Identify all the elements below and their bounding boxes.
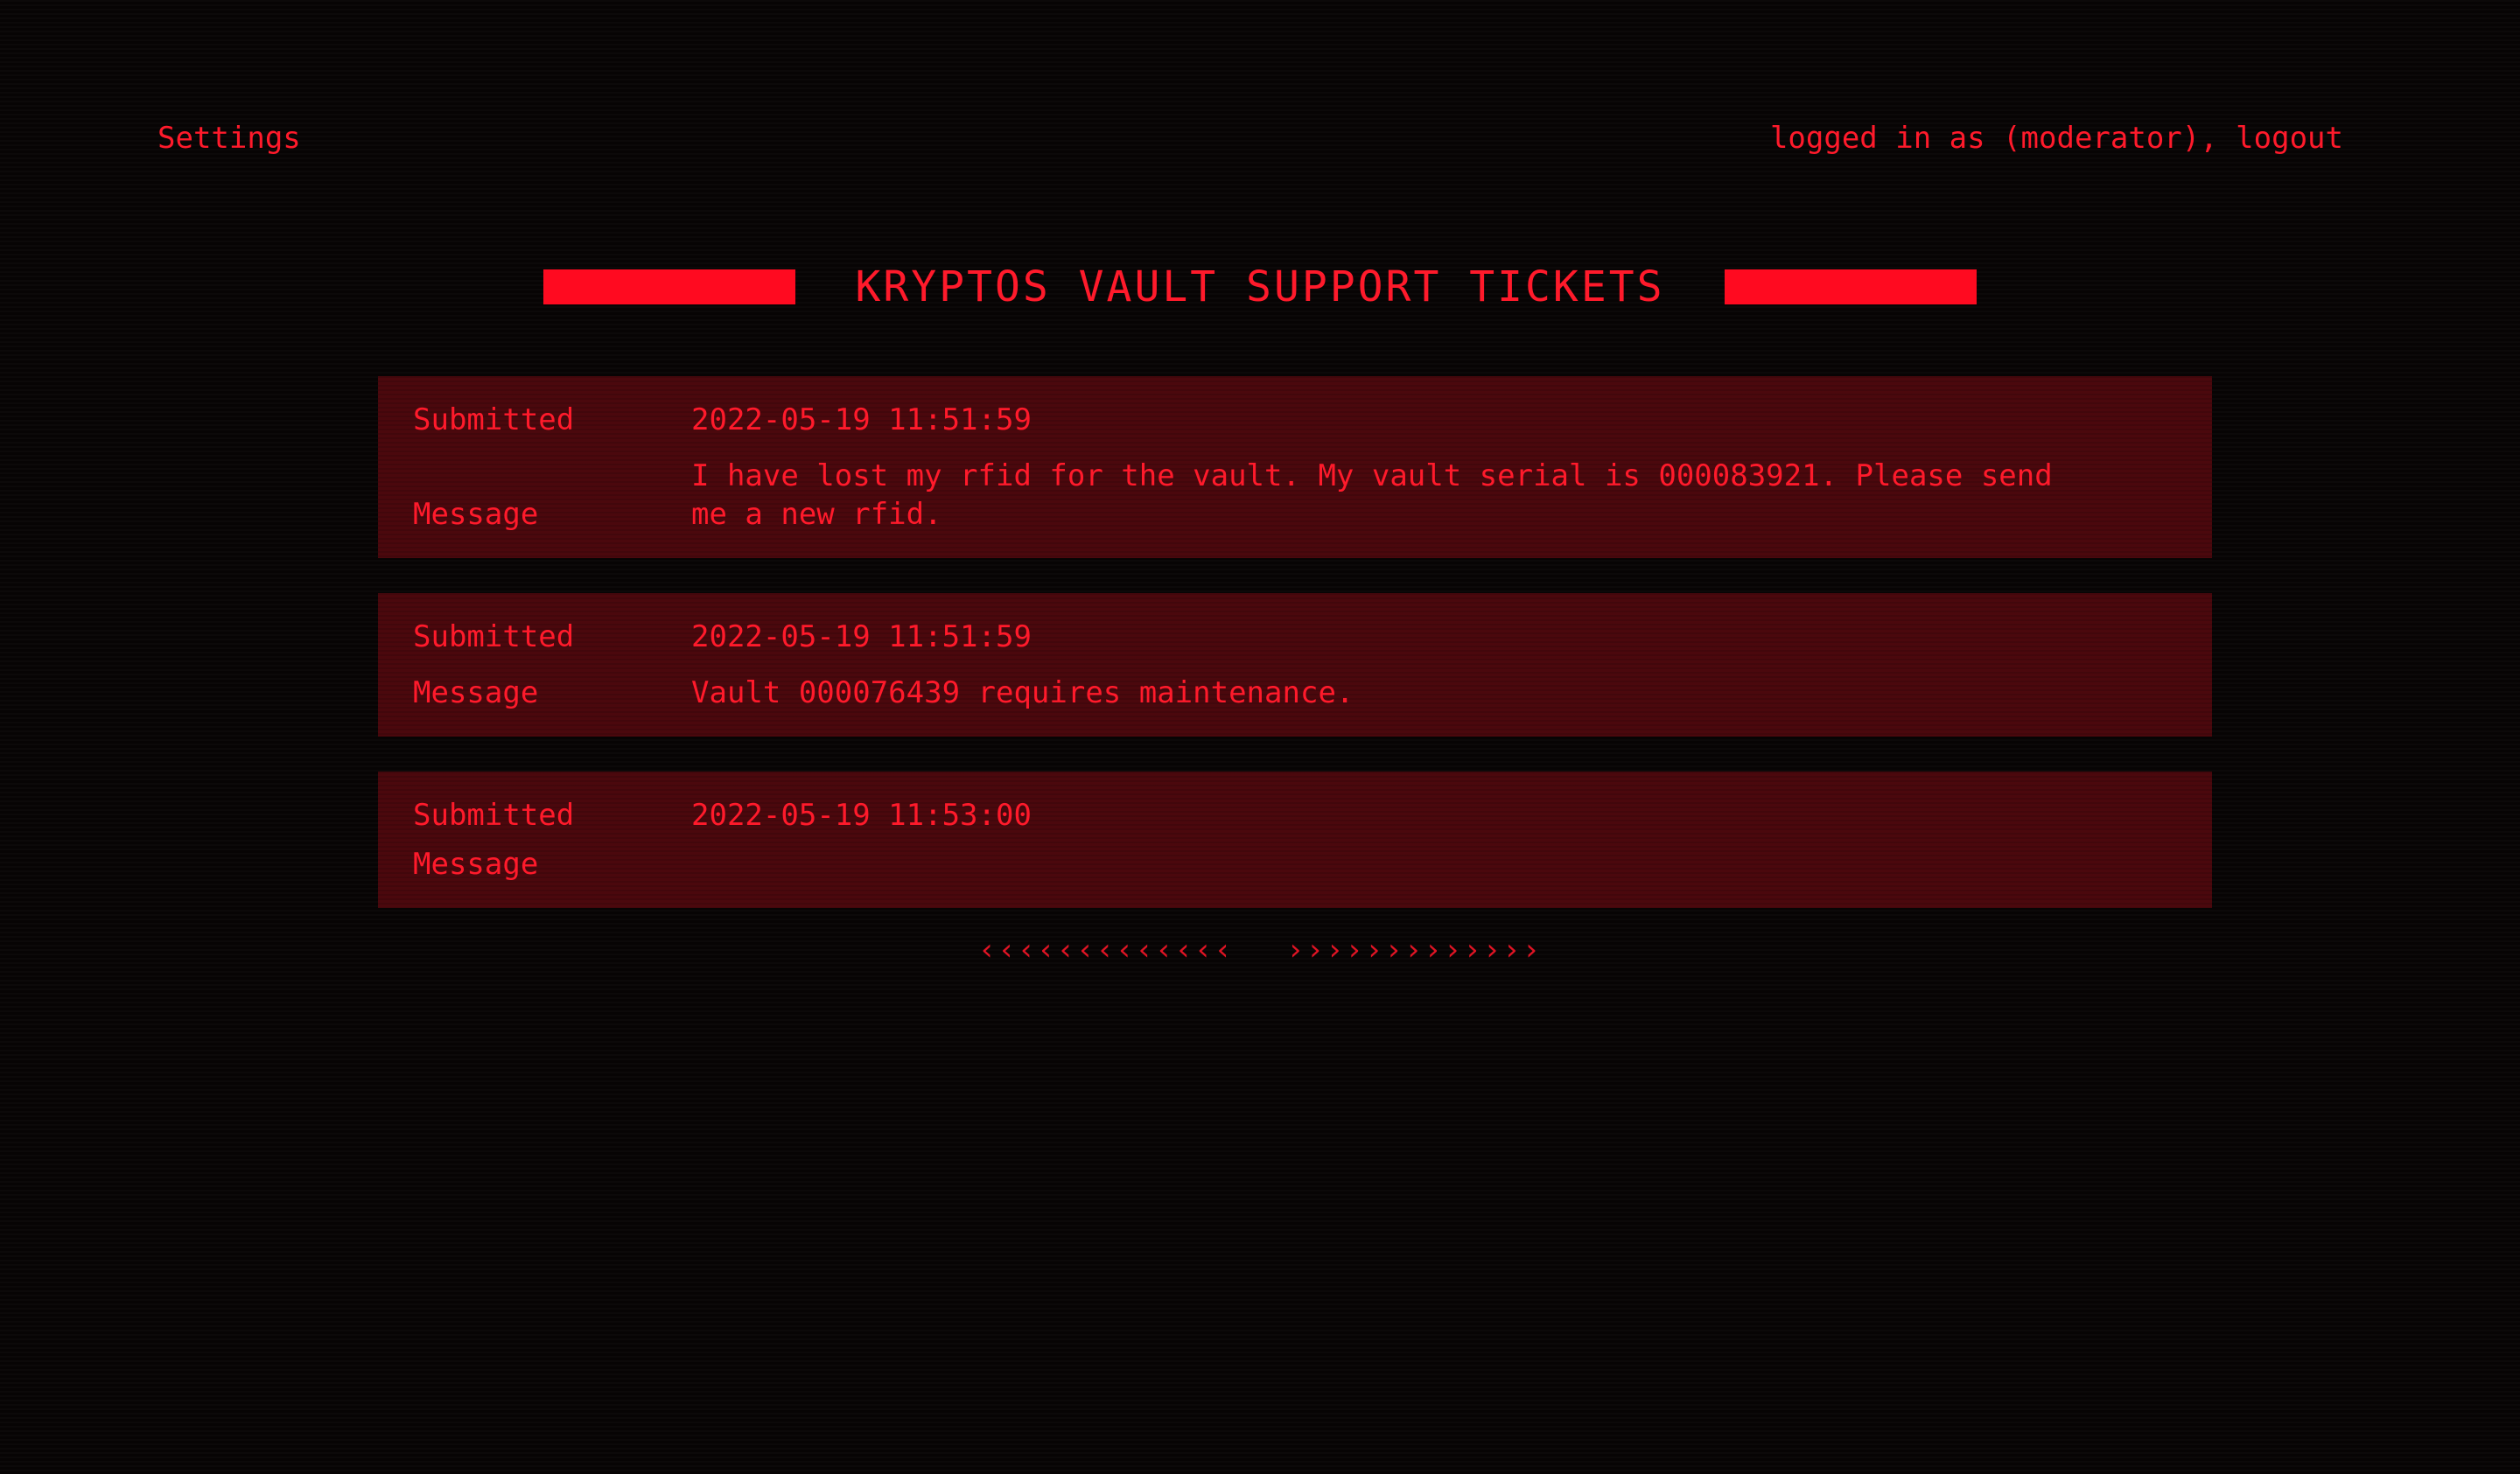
ticket-message-row: Message [413, 845, 2177, 884]
previous-page-arrows[interactable]: ‹‹‹‹‹‹‹‹‹‹‹‹‹ [978, 931, 1234, 969]
submitted-label: Submitted [413, 798, 575, 833]
message-label: Message [413, 497, 539, 532]
submitted-value: 2022-05-19 11:51:59 [691, 402, 1032, 437]
ticket-card: Submitted 2022-05-19 11:51:59 Message I … [378, 376, 2212, 558]
settings-link[interactable]: Settings [158, 117, 301, 159]
pagination: ‹‹‹‹‹‹‹‹‹‹‹‹‹ ››››››››››››› [0, 931, 2520, 969]
next-page-arrows[interactable]: ››››››››››››› [1286, 931, 1542, 969]
top-bar: Settings logged in as (moderator), logou… [158, 117, 2343, 159]
logout-link[interactable]: logout [2236, 121, 2343, 156]
ticket-list: Submitted 2022-05-19 11:51:59 Message I … [378, 376, 2212, 943]
message-value: Vault 000076439 requires maintenance. [691, 675, 1354, 710]
ticket-card: Submitted 2022-05-19 11:51:59 Message Va… [378, 593, 2212, 737]
pagination-gap [1234, 931, 1286, 969]
title-decor-right [1724, 269, 1977, 304]
message-label: Message [413, 847, 539, 882]
submitted-value: 2022-05-19 11:53:00 [691, 798, 1032, 833]
session-info: logged in as (moderator), logout [1770, 117, 2343, 159]
ticket-submitted-row: Submitted 2022-05-19 11:51:59 [413, 401, 2177, 439]
session-user-text: logged in as (moderator), [1769, 121, 2236, 156]
page-title: KRYPTOS VAULT SUPPORT TICKETS [855, 262, 1665, 311]
submitted-label: Submitted [413, 402, 575, 437]
message-value: I have lost my rfid for the vault. My va… [691, 458, 2071, 532]
page-header: KRYPTOS VAULT SUPPORT TICKETS [0, 254, 2520, 320]
ticket-card: Submitted 2022-05-19 11:53:00 Message [378, 772, 2212, 908]
title-decor-left [543, 269, 796, 304]
ticket-message-row: Message I have lost my rfid for the vaul… [413, 457, 2177, 534]
message-label: Message [413, 675, 539, 710]
submitted-label: Submitted [413, 619, 575, 654]
ticket-submitted-row: Submitted 2022-05-19 11:51:59 [413, 618, 2177, 656]
submitted-value: 2022-05-19 11:51:59 [691, 619, 1032, 654]
ticket-message-row: Message Vault 000076439 requires mainten… [413, 674, 2177, 712]
ticket-submitted-row: Submitted 2022-05-19 11:53:00 [413, 796, 2177, 835]
